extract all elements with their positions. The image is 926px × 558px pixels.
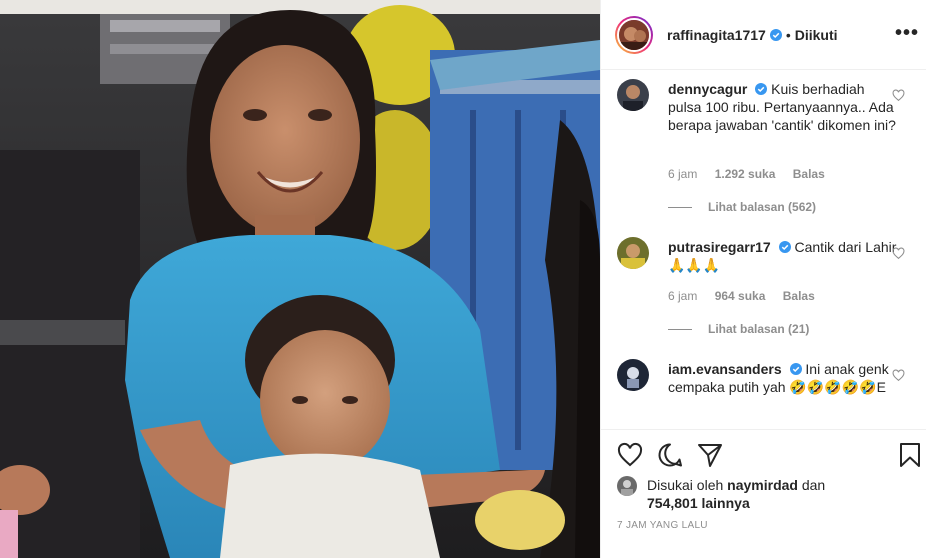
commenter-avatar-image [617, 79, 649, 111]
paper-plane-icon[interactable] [697, 442, 723, 468]
commenter-username[interactable]: iam.evansanders [668, 361, 782, 377]
replies-divider [668, 206, 692, 208]
comments-list: dennycagur Kuis berhadiah pulsa 100 ribu… [601, 71, 926, 429]
post-timestamp[interactable]: 7 JAM YANG LALU [617, 520, 708, 531]
comment-item: iam.evansanders Ini anak genk cempaka pu… [617, 351, 913, 429]
replies-divider [668, 328, 692, 330]
follow-status-button[interactable]: Diikuti [795, 27, 838, 43]
more-options-button[interactable]: ••• [895, 23, 919, 43]
likes-others-count[interactable]: 754,801 lainnya [647, 495, 750, 511]
likes-summary-text: Disukai oleh naymirdad dan 754,801 lainn… [647, 476, 825, 512]
comment-like-count[interactable]: 964 suka [715, 289, 766, 303]
commenter-username[interactable]: putrasiregarr17 [668, 239, 771, 255]
verified-badge-icon [778, 241, 791, 253]
comment-reply-button[interactable]: Balas [783, 289, 815, 303]
post-header: raffinagita1717 • Diikuti ••• [601, 0, 926, 70]
comment-time: 6 jam [668, 289, 698, 303]
post-actions-section: Disukai oleh naymirdad dan 754,801 lainn… [601, 429, 926, 558]
commenter-avatar[interactable] [617, 359, 649, 391]
comment-time: 6 jam [668, 167, 698, 181]
commenter-username[interactable]: dennycagur [668, 81, 747, 97]
comment-item: putrasiregarr17 Cantik dari Lahir 🙏🙏🙏 6 … [617, 229, 913, 349]
bookmark-icon[interactable] [897, 442, 923, 468]
commenter-avatar-image [617, 237, 649, 269]
author-avatar[interactable] [615, 15, 653, 54]
comment-reply-button[interactable]: Balas [793, 167, 825, 181]
view-replies-label: Lihat balasan (562) [708, 200, 817, 214]
comment-like-heart-icon[interactable] [892, 369, 905, 382]
author-avatar-image [619, 19, 649, 50]
comment-text-block: iam.evansanders Ini anak genk cempaka pu… [668, 360, 898, 396]
author-username[interactable]: raffinagita1717 [667, 27, 766, 43]
likes-prefix: Disukai oleh [647, 477, 724, 493]
commenter-avatar[interactable] [617, 237, 649, 269]
likes-conjunction: dan [801, 477, 826, 493]
comment-like-count[interactable]: 1.292 suka [715, 167, 776, 181]
liker-username[interactable]: naymirdad [727, 477, 798, 493]
comment-meta: 6 jam 1.292 suka Balas [668, 167, 839, 181]
likes-summary: Disukai oleh naymirdad dan 754,801 lainn… [617, 476, 825, 512]
separator-dot: • [785, 26, 791, 43]
commenter-avatar[interactable] [617, 79, 649, 111]
comment-like-heart-icon[interactable] [892, 247, 905, 260]
liker-avatar-image [617, 476, 637, 496]
post-photo[interactable] [0, 0, 600, 558]
comment-icon[interactable] [657, 442, 683, 468]
view-replies-button[interactable]: Lihat balasan (562) [668, 200, 816, 214]
view-replies-button[interactable]: Lihat balasan (21) [668, 322, 809, 336]
verified-badge-icon [769, 28, 782, 41]
view-replies-label: Lihat balasan (21) [708, 322, 810, 336]
comment-text-block: putrasiregarr17 Cantik dari Lahir 🙏🙏🙏 [668, 238, 898, 274]
post-side-panel: raffinagita1717 • Diikuti ••• dennycagur [600, 0, 926, 558]
commenter-avatar-image [617, 359, 649, 391]
verified-badge-icon [789, 363, 802, 375]
heart-icon[interactable] [617, 442, 643, 468]
comment-meta: 6 jam 964 suka Balas [668, 289, 829, 303]
liker-avatar[interactable] [617, 476, 637, 496]
comment-like-heart-icon[interactable] [892, 89, 905, 102]
verified-badge-icon [755, 83, 768, 95]
comment-item: dennycagur Kuis berhadiah pulsa 100 ribu… [617, 71, 913, 221]
post-photo-image [0, 0, 600, 558]
comment-text-block: dennycagur Kuis berhadiah pulsa 100 ribu… [668, 80, 898, 134]
